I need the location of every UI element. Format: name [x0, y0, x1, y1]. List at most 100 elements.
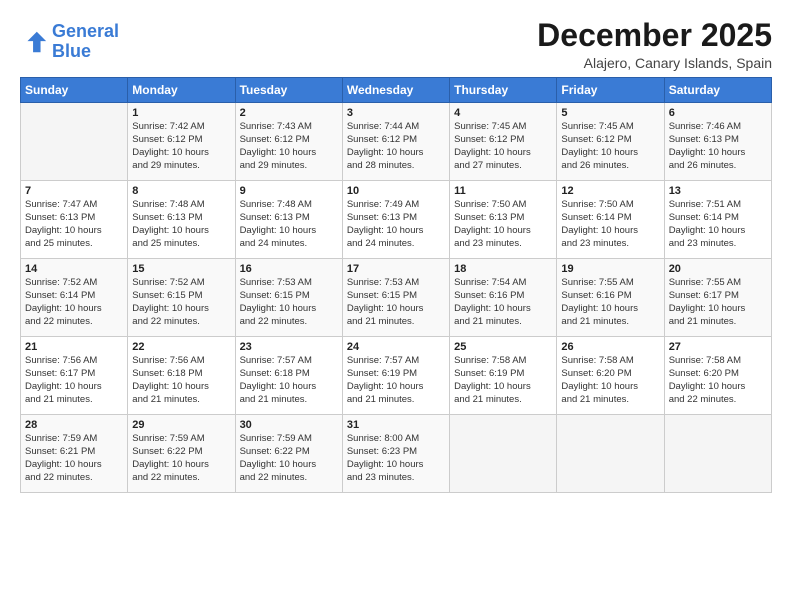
table-row: 30 Sunrise: 7:59 AMSunset: 6:22 PMDayligh…: [235, 415, 342, 493]
cell-content: Sunrise: 7:55 AMSunset: 6:17 PMDaylight:…: [669, 277, 767, 328]
cell-content: Sunrise: 7:57 AMSunset: 6:19 PMDaylight:…: [347, 355, 445, 406]
table-row: 4 Sunrise: 7:45 AMSunset: 6:12 PMDaylight…: [450, 103, 557, 181]
cell-content: Sunrise: 8:00 AMSunset: 6:23 PMDaylight:…: [347, 433, 445, 484]
table-row: 24Sunrise: 7:57 AMSunset: 6:19 PMDayligh…: [342, 337, 449, 415]
day-number: 15: [132, 263, 230, 275]
cell-content: Sunrise: 7:43 AMSunset: 6:12 PMDaylight:…: [240, 121, 338, 172]
cell-content: Sunrise: 7:42 AMSunset: 6:12 PMDaylight:…: [132, 121, 230, 172]
logo-line2: Blue: [52, 41, 91, 61]
logo-text: General Blue: [52, 22, 119, 62]
day-number: 7: [25, 185, 123, 197]
cell-content: Sunrise: 7:57 AMSunset: 6:18 PMDaylight:…: [240, 355, 338, 406]
week-row-3: 14Sunrise: 7:52 AMSunset: 6:14 PMDayligh…: [21, 259, 772, 337]
day-number: 30: [240, 419, 338, 431]
day-number: 1: [132, 107, 230, 119]
cell-content: Sunrise: 7:53 AMSunset: 6:15 PMDaylight:…: [240, 277, 338, 328]
table-row: 18Sunrise: 7:54 AMSunset: 6:16 PMDayligh…: [450, 259, 557, 337]
day-number: 5: [561, 107, 659, 119]
table-row: 12 Sunrise: 7:50 AMSunset: 6:14 PMDayligh…: [557, 181, 664, 259]
col-tuesday: Tuesday: [235, 78, 342, 103]
header-row-days: Sunday Monday Tuesday Wednesday Thursday…: [21, 78, 772, 103]
table-row: 17 Sunrise: 7:53 AMSunset: 6:15 PMDayligh…: [342, 259, 449, 337]
table-row: [450, 415, 557, 493]
day-number: 29: [132, 419, 230, 431]
table-row: 31 Sunrise: 8:00 AMSunset: 6:23 PMDayligh…: [342, 415, 449, 493]
table-row: 26Sunrise: 7:58 AMSunset: 6:20 PMDayligh…: [557, 337, 664, 415]
cell-content: Sunrise: 7:48 AMSunset: 6:13 PMDaylight:…: [240, 199, 338, 250]
week-row-1: 1 Sunrise: 7:42 AMSunset: 6:12 PMDaylight…: [21, 103, 772, 181]
table-row: 11 Sunrise: 7:50 AMSunset: 6:13 PMDayligh…: [450, 181, 557, 259]
cell-content: Sunrise: 7:44 AMSunset: 6:12 PMDaylight:…: [347, 121, 445, 172]
cell-content: Sunrise: 7:56 AMSunset: 6:17 PMDaylight:…: [25, 355, 123, 406]
day-number: 19: [561, 263, 659, 275]
cell-content: Sunrise: 7:46 AMSunset: 6:13 PMDaylight:…: [669, 121, 767, 172]
table-row: 25 Sunrise: 7:58 AMSunset: 6:19 PMDayligh…: [450, 337, 557, 415]
day-number: 20: [669, 263, 767, 275]
week-row-2: 7 Sunrise: 7:47 AMSunset: 6:13 PMDaylight…: [21, 181, 772, 259]
day-number: 12: [561, 185, 659, 197]
table-row: 3 Sunrise: 7:44 AMSunset: 6:12 PMDaylight…: [342, 103, 449, 181]
col-monday: Monday: [128, 78, 235, 103]
day-number: 27: [669, 341, 767, 353]
day-number: 9: [240, 185, 338, 197]
table-row: 1 Sunrise: 7:42 AMSunset: 6:12 PMDaylight…: [128, 103, 235, 181]
logo-line1: General: [52, 21, 119, 41]
page: General Blue December 2025 Alajero, Cana…: [0, 0, 792, 612]
day-number: 13: [669, 185, 767, 197]
day-number: 3: [347, 107, 445, 119]
day-number: 31: [347, 419, 445, 431]
day-number: 17: [347, 263, 445, 275]
table-row: 27Sunrise: 7:58 AMSunset: 6:20 PMDayligh…: [664, 337, 771, 415]
table-row: 23 Sunrise: 7:57 AMSunset: 6:18 PMDayligh…: [235, 337, 342, 415]
cell-content: Sunrise: 7:53 AMSunset: 6:15 PMDaylight:…: [347, 277, 445, 328]
cell-content: Sunrise: 7:47 AMSunset: 6:13 PMDaylight:…: [25, 199, 123, 250]
table-row: 20 Sunrise: 7:55 AMSunset: 6:17 PMDayligh…: [664, 259, 771, 337]
table-row: 22 Sunrise: 7:56 AMSunset: 6:18 PMDayligh…: [128, 337, 235, 415]
day-number: 25: [454, 341, 552, 353]
col-thursday: Thursday: [450, 78, 557, 103]
month-title: December 2025: [537, 18, 772, 53]
calendar-table: Sunday Monday Tuesday Wednesday Thursday…: [20, 77, 772, 493]
cell-content: Sunrise: 7:59 AMSunset: 6:22 PMDaylight:…: [240, 433, 338, 484]
cell-content: Sunrise: 7:50 AMSunset: 6:13 PMDaylight:…: [454, 199, 552, 250]
table-row: [664, 415, 771, 493]
cell-content: Sunrise: 7:56 AMSunset: 6:18 PMDaylight:…: [132, 355, 230, 406]
table-row: 2 Sunrise: 7:43 AMSunset: 6:12 PMDaylight…: [235, 103, 342, 181]
day-number: 4: [454, 107, 552, 119]
table-row: 29Sunrise: 7:59 AMSunset: 6:22 PMDayligh…: [128, 415, 235, 493]
table-row: 7 Sunrise: 7:47 AMSunset: 6:13 PMDaylight…: [21, 181, 128, 259]
table-row: 28Sunrise: 7:59 AMSunset: 6:21 PMDayligh…: [21, 415, 128, 493]
cell-content: Sunrise: 7:49 AMSunset: 6:13 PMDaylight:…: [347, 199, 445, 250]
day-number: 22: [132, 341, 230, 353]
logo: General Blue: [20, 22, 119, 62]
cell-content: Sunrise: 7:50 AMSunset: 6:14 PMDaylight:…: [561, 199, 659, 250]
col-sunday: Sunday: [21, 78, 128, 103]
cell-content: Sunrise: 7:48 AMSunset: 6:13 PMDaylight:…: [132, 199, 230, 250]
subtitle: Alajero, Canary Islands, Spain: [537, 55, 772, 71]
cell-content: Sunrise: 7:45 AMSunset: 6:12 PMDaylight:…: [561, 121, 659, 172]
table-row: 15Sunrise: 7:52 AMSunset: 6:15 PMDayligh…: [128, 259, 235, 337]
table-row: 13Sunrise: 7:51 AMSunset: 6:14 PMDayligh…: [664, 181, 771, 259]
col-wednesday: Wednesday: [342, 78, 449, 103]
cell-content: Sunrise: 7:55 AMSunset: 6:16 PMDaylight:…: [561, 277, 659, 328]
day-number: 11: [454, 185, 552, 197]
cell-content: Sunrise: 7:54 AMSunset: 6:16 PMDaylight:…: [454, 277, 552, 328]
cell-content: Sunrise: 7:59 AMSunset: 6:21 PMDaylight:…: [25, 433, 123, 484]
week-row-4: 21Sunrise: 7:56 AMSunset: 6:17 PMDayligh…: [21, 337, 772, 415]
day-number: 10: [347, 185, 445, 197]
col-friday: Friday: [557, 78, 664, 103]
week-row-5: 28Sunrise: 7:59 AMSunset: 6:21 PMDayligh…: [21, 415, 772, 493]
cell-content: Sunrise: 7:58 AMSunset: 6:19 PMDaylight:…: [454, 355, 552, 406]
cell-content: Sunrise: 7:52 AMSunset: 6:14 PMDaylight:…: [25, 277, 123, 328]
day-number: 8: [132, 185, 230, 197]
table-row: 8 Sunrise: 7:48 AMSunset: 6:13 PMDaylight…: [128, 181, 235, 259]
table-row: 9 Sunrise: 7:48 AMSunset: 6:13 PMDaylight…: [235, 181, 342, 259]
col-saturday: Saturday: [664, 78, 771, 103]
day-number: 2: [240, 107, 338, 119]
cell-content: Sunrise: 7:45 AMSunset: 6:12 PMDaylight:…: [454, 121, 552, 172]
day-number: 6: [669, 107, 767, 119]
table-row: 21Sunrise: 7:56 AMSunset: 6:17 PMDayligh…: [21, 337, 128, 415]
table-row: 10 Sunrise: 7:49 AMSunset: 6:13 PMDayligh…: [342, 181, 449, 259]
header-row: General Blue December 2025 Alajero, Cana…: [20, 18, 772, 71]
day-number: 23: [240, 341, 338, 353]
